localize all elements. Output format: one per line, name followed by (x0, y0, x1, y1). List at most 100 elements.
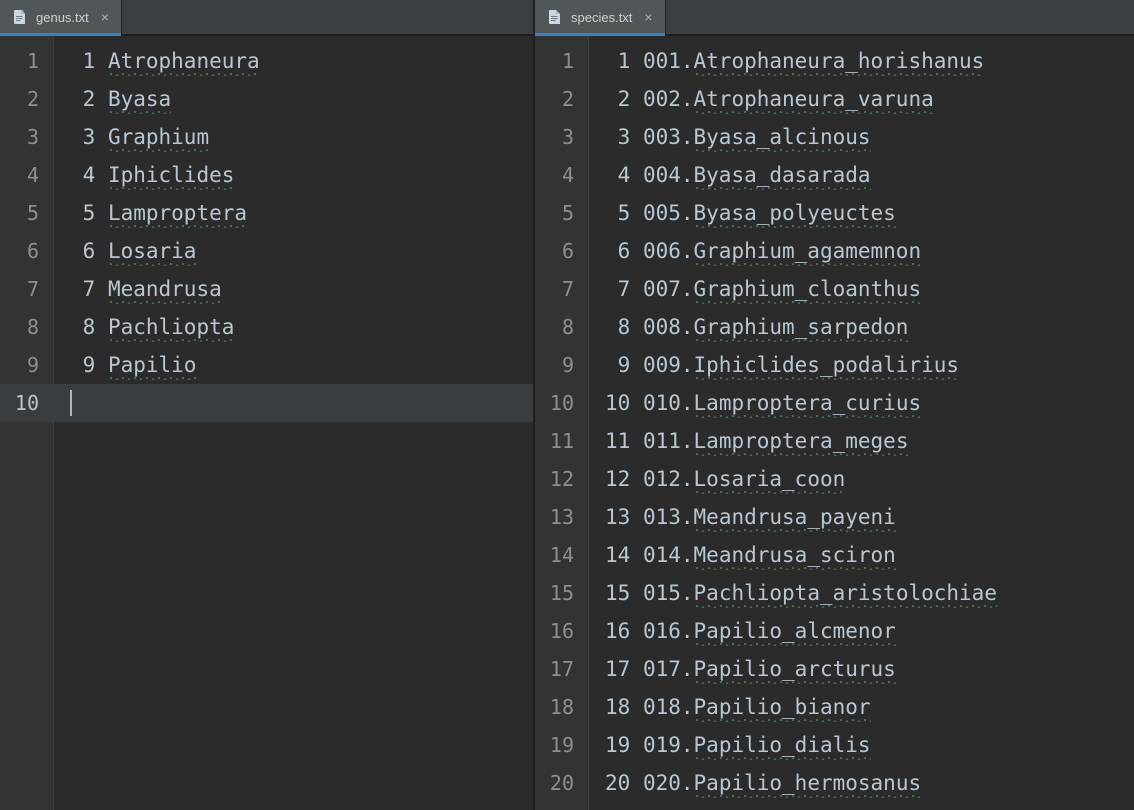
code-line[interactable]: 19 019.Papilio_dialis (589, 726, 1134, 764)
gutter-line-number: 13 (535, 498, 588, 536)
gutter-line-number: 10 (0, 384, 53, 422)
gutter: 1234567891011121314151617181920 (535, 36, 589, 810)
token-word: 004. (643, 163, 694, 187)
gutter-line-number: 15 (535, 574, 588, 612)
gutter-line-number: 9 (0, 346, 53, 384)
token-word: Meandrusa_sciron (694, 536, 896, 574)
line-index: 3 (605, 118, 630, 156)
token-word: 012. (643, 467, 694, 491)
line-index: 3 (70, 118, 95, 156)
gutter-line-number: 14 (535, 536, 588, 574)
token-word: Graphium (108, 118, 209, 156)
line-index: 5 (70, 194, 95, 232)
code-line[interactable]: 14 014.Meandrusa_sciron (589, 536, 1134, 574)
tab-genus-txt[interactable]: genus.txt × (0, 0, 122, 35)
gutter-line-number: 20 (535, 764, 588, 802)
editor-content[interactable]: 1 001.Atrophaneura_horishanus2 002.Atrop… (589, 36, 1134, 810)
file-icon (547, 9, 563, 25)
gutter-line-number: 5 (0, 194, 53, 232)
code-line[interactable]: 5 Lamproptera (54, 194, 533, 232)
token-word: Papilio (108, 346, 197, 384)
token-word: Byasa_alcinous (694, 118, 871, 156)
code-line[interactable]: 4 004.Byasa_dasarada (589, 156, 1134, 194)
gutter-line-number: 5 (535, 194, 588, 232)
editor-area[interactable]: 12345678910 1 Atrophaneura2 Byasa3 Graph… (0, 36, 533, 810)
editor-content[interactable]: 1 Atrophaneura2 Byasa3 Graphium4 Iphicli… (54, 36, 533, 810)
gutter-line-number: 4 (535, 156, 588, 194)
code-line[interactable]: 3 003.Byasa_alcinous (589, 118, 1134, 156)
tab-species-txt[interactable]: species.txt × (535, 0, 666, 35)
close-icon[interactable]: × (101, 10, 109, 24)
token-word: Papilio_arcturus (694, 650, 896, 688)
code-line[interactable]: 2 Byasa (54, 80, 533, 118)
code-line[interactable]: 20 020.Papilio_hermosanus (589, 764, 1134, 802)
gutter-line-number: 7 (535, 270, 588, 308)
line-index: 8 (605, 308, 630, 346)
token-word: 001. (643, 49, 694, 73)
code-line[interactable]: 7 Meandrusa (54, 270, 533, 308)
editor-pane-right: species.txt × 12345678910111213141516171… (535, 0, 1134, 810)
token-word: 015. (643, 581, 694, 605)
token-word: Graphium_agamemnon (694, 232, 922, 270)
code-line[interactable]: 3 Graphium (54, 118, 533, 156)
line-index: 8 (70, 308, 95, 346)
token-word: Lamproptera_meges (694, 422, 909, 460)
code-line[interactable]: 7 007.Graphium_cloanthus (589, 270, 1134, 308)
tab-bar: species.txt × (535, 0, 1134, 36)
code-line[interactable]: 1 Atrophaneura (54, 42, 533, 80)
token-word: Papilio_bianor (694, 688, 871, 726)
gutter-line-number: 6 (0, 232, 53, 270)
tab-label: species.txt (571, 10, 632, 25)
code-line[interactable]: 2 002.Atrophaneura_varuna (589, 80, 1134, 118)
code-line[interactable]: 10 010.Lamproptera_curius (589, 384, 1134, 422)
token-word: Atrophaneura (108, 42, 260, 80)
code-line[interactable]: 8 008.Graphium_sarpedon (589, 308, 1134, 346)
code-line[interactable]: 9 Papilio (54, 346, 533, 384)
line-index: 4 (70, 156, 95, 194)
gutter-line-number: 7 (0, 270, 53, 308)
token-word: Iphiclides_podalirius (694, 346, 960, 384)
token-word: 019. (643, 733, 694, 757)
line-index: 20 (605, 764, 630, 802)
token-word: 002. (643, 87, 694, 111)
token-word: 009. (643, 353, 694, 377)
code-line[interactable] (54, 384, 533, 422)
code-line[interactable]: 18 018.Papilio_bianor (589, 688, 1134, 726)
code-line[interactable]: 6 006.Graphium_agamemnon (589, 232, 1134, 270)
gutter-line-number: 8 (0, 308, 53, 346)
code-line[interactable]: 4 Iphiclides (54, 156, 533, 194)
code-line[interactable]: 16 016.Papilio_alcmenor (589, 612, 1134, 650)
line-index: 1 (605, 42, 630, 80)
code-line[interactable]: 9 009.Iphiclides_podalirius (589, 346, 1134, 384)
gutter: 12345678910 (0, 36, 54, 810)
gutter-line-number: 11 (535, 422, 588, 460)
code-line[interactable]: 1 001.Atrophaneura_horishanus (589, 42, 1134, 80)
line-index: 2 (605, 80, 630, 118)
code-line[interactable]: 15 015.Pachliopta_aristolochiae (589, 574, 1134, 612)
token-word: Atrophaneura_horishanus (694, 42, 985, 80)
token-word: 017. (643, 657, 694, 681)
code-line[interactable]: 5 005.Byasa_polyeuctes (589, 194, 1134, 232)
line-index: 9 (605, 346, 630, 384)
code-line[interactable]: 17 017.Papilio_arcturus (589, 650, 1134, 688)
editor-area[interactable]: 1234567891011121314151617181920 1 001.At… (535, 36, 1134, 810)
token-word: Losaria_coon (694, 460, 846, 498)
line-index: 7 (605, 270, 630, 308)
code-line[interactable]: 8 Pachliopta (54, 308, 533, 346)
token-word: 003. (643, 125, 694, 149)
line-index: 2 (70, 80, 95, 118)
split-view: genus.txt × 12345678910 1 Atrophaneura2 … (0, 0, 1134, 810)
token-word: 006. (643, 239, 694, 263)
code-line[interactable]: 12 012.Losaria_coon (589, 460, 1134, 498)
gutter-line-number: 19 (535, 726, 588, 764)
token-word: 013. (643, 505, 694, 529)
code-line[interactable]: 13 013.Meandrusa_payeni (589, 498, 1134, 536)
code-line[interactable]: 6 Losaria (54, 232, 533, 270)
code-line[interactable]: 11 011.Lamproptera_meges (589, 422, 1134, 460)
token-word: Meandrusa (108, 270, 222, 308)
close-icon[interactable]: × (644, 10, 652, 24)
line-index: 7 (70, 270, 95, 308)
gutter-line-number: 3 (0, 118, 53, 156)
line-index: 1 (70, 42, 95, 80)
line-index: 13 (605, 498, 630, 536)
